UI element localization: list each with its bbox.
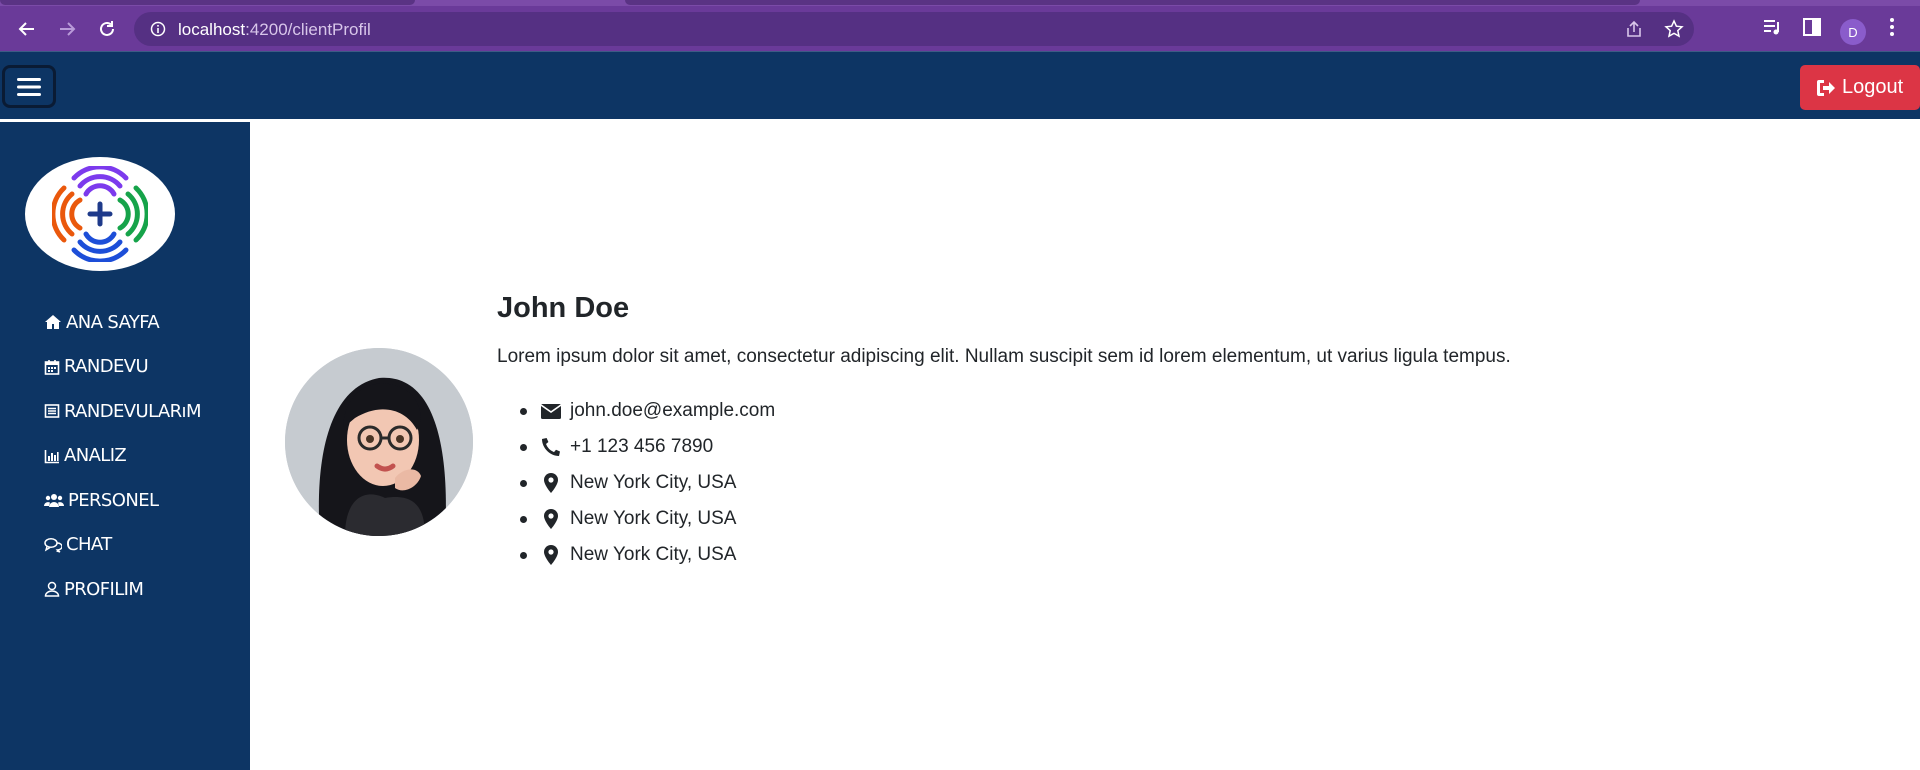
reload-icon	[100, 21, 114, 36]
sidebar-item-label: RANDEVU	[64, 356, 149, 378]
kebab-menu-icon[interactable]	[1882, 16, 1902, 38]
sidebar-item-randevularim[interactable]: RANDEVULARıM	[44, 389, 201, 434]
bar-chart-icon	[44, 449, 59, 464]
logout-label: Logout	[1842, 76, 1904, 98]
bullet	[520, 407, 527, 415]
profile-name: John Doe	[497, 292, 630, 324]
phone-text: +1 123 456 7890	[570, 436, 714, 457]
contact-info-list: john.doe@example.com +1 123 456 7890 New…	[517, 393, 775, 573]
portrait-illustration	[285, 348, 473, 536]
list-icon	[44, 404, 60, 419]
sidebar-item-analiz[interactable]: ANALIZ	[44, 434, 201, 479]
sidebar-menu: ANA SAYFA RANDEVU RANDEVULARıM ANALIZ PE…	[44, 300, 201, 612]
bookmark-star-icon[interactable]	[1664, 19, 1684, 39]
url-path: :4200/clientProfil	[245, 20, 371, 39]
app-header: Logout	[0, 51, 1920, 119]
location-text: New York City, USA	[570, 508, 737, 529]
media-control-icon[interactable]	[1761, 16, 1783, 38]
sidebar-item-personel[interactable]: PERSONEL	[44, 478, 201, 523]
profile-avatar[interactable]: D	[1840, 19, 1866, 45]
map-marker-icon	[544, 545, 558, 565]
sidebar: ANA SAYFA RANDEVU RANDEVULARıM ANALIZ PE…	[0, 122, 250, 770]
list-item: New York City, USA	[517, 465, 775, 501]
email-text: john.doe@example.com	[570, 400, 776, 421]
sidebar-item-chat[interactable]: CHAT	[44, 523, 201, 568]
list-item: john.doe@example.com	[517, 393, 775, 429]
location-text: New York City, USA	[570, 544, 737, 565]
sidebar-item-label: PERSONEL	[68, 489, 159, 511]
arrow-right-icon	[60, 22, 76, 36]
browser-tab[interactable]	[0, 0, 415, 5]
bullet	[520, 515, 527, 523]
logo-icon	[52, 166, 148, 262]
sidebar-item-ana-sayfa[interactable]: ANA SAYFA	[44, 300, 201, 345]
map-marker-icon	[544, 473, 558, 493]
list-item: +1 123 456 7890	[517, 429, 775, 465]
list-item: New York City, USA	[517, 501, 775, 537]
phone-icon	[542, 438, 560, 456]
users-icon	[44, 494, 64, 508]
bullet	[520, 551, 527, 559]
user-icon	[44, 582, 60, 597]
logout-button[interactable]: Logout	[1800, 65, 1920, 110]
arrow-left-icon	[18, 22, 34, 36]
app-logo[interactable]	[25, 157, 175, 271]
address-bar[interactable]: localhost:4200/clientProfil	[134, 12, 1694, 46]
bullet	[520, 443, 527, 451]
calendar-icon	[44, 359, 60, 375]
sign-out-icon	[1817, 79, 1835, 96]
map-marker-icon	[544, 509, 558, 529]
forward-button[interactable]	[52, 14, 82, 44]
sidebar-item-profilim[interactable]: PROFILIM	[44, 567, 201, 612]
menu-toggle-button[interactable]	[2, 65, 56, 108]
sidebar-item-randevu[interactable]: RANDEVU	[44, 345, 201, 390]
profile-avatar-image	[285, 348, 473, 536]
sidebar-item-label: CHAT	[66, 534, 112, 556]
home-icon	[45, 315, 61, 330]
profile-bio: Lorem ipsum dolor sit amet, consectetur …	[497, 346, 1511, 367]
sidebar-item-label: ANALIZ	[64, 445, 127, 467]
browser-tab[interactable]	[625, 0, 1640, 5]
hamburger-icon	[17, 77, 41, 96]
side-panel-icon[interactable]	[1801, 16, 1823, 38]
url-text: localhost:4200/clientProfil	[178, 20, 371, 40]
chat-icon	[44, 537, 62, 553]
bullet	[520, 479, 527, 487]
info-icon[interactable]	[150, 21, 166, 37]
sidebar-item-label: RANDEVULARıM	[64, 400, 201, 422]
browser-toolbar: localhost:4200/clientProfil D	[0, 6, 1920, 51]
back-button[interactable]	[12, 14, 42, 44]
envelope-icon	[541, 403, 561, 419]
location-text: New York City, USA	[570, 472, 737, 493]
share-icon[interactable]	[1624, 19, 1644, 39]
list-item: New York City, USA	[517, 537, 775, 573]
reload-button[interactable]	[92, 14, 122, 44]
sidebar-item-label: PROFILIM	[64, 578, 144, 600]
sidebar-item-label: ANA SAYFA	[66, 311, 160, 333]
url-host: localhost	[178, 20, 246, 39]
